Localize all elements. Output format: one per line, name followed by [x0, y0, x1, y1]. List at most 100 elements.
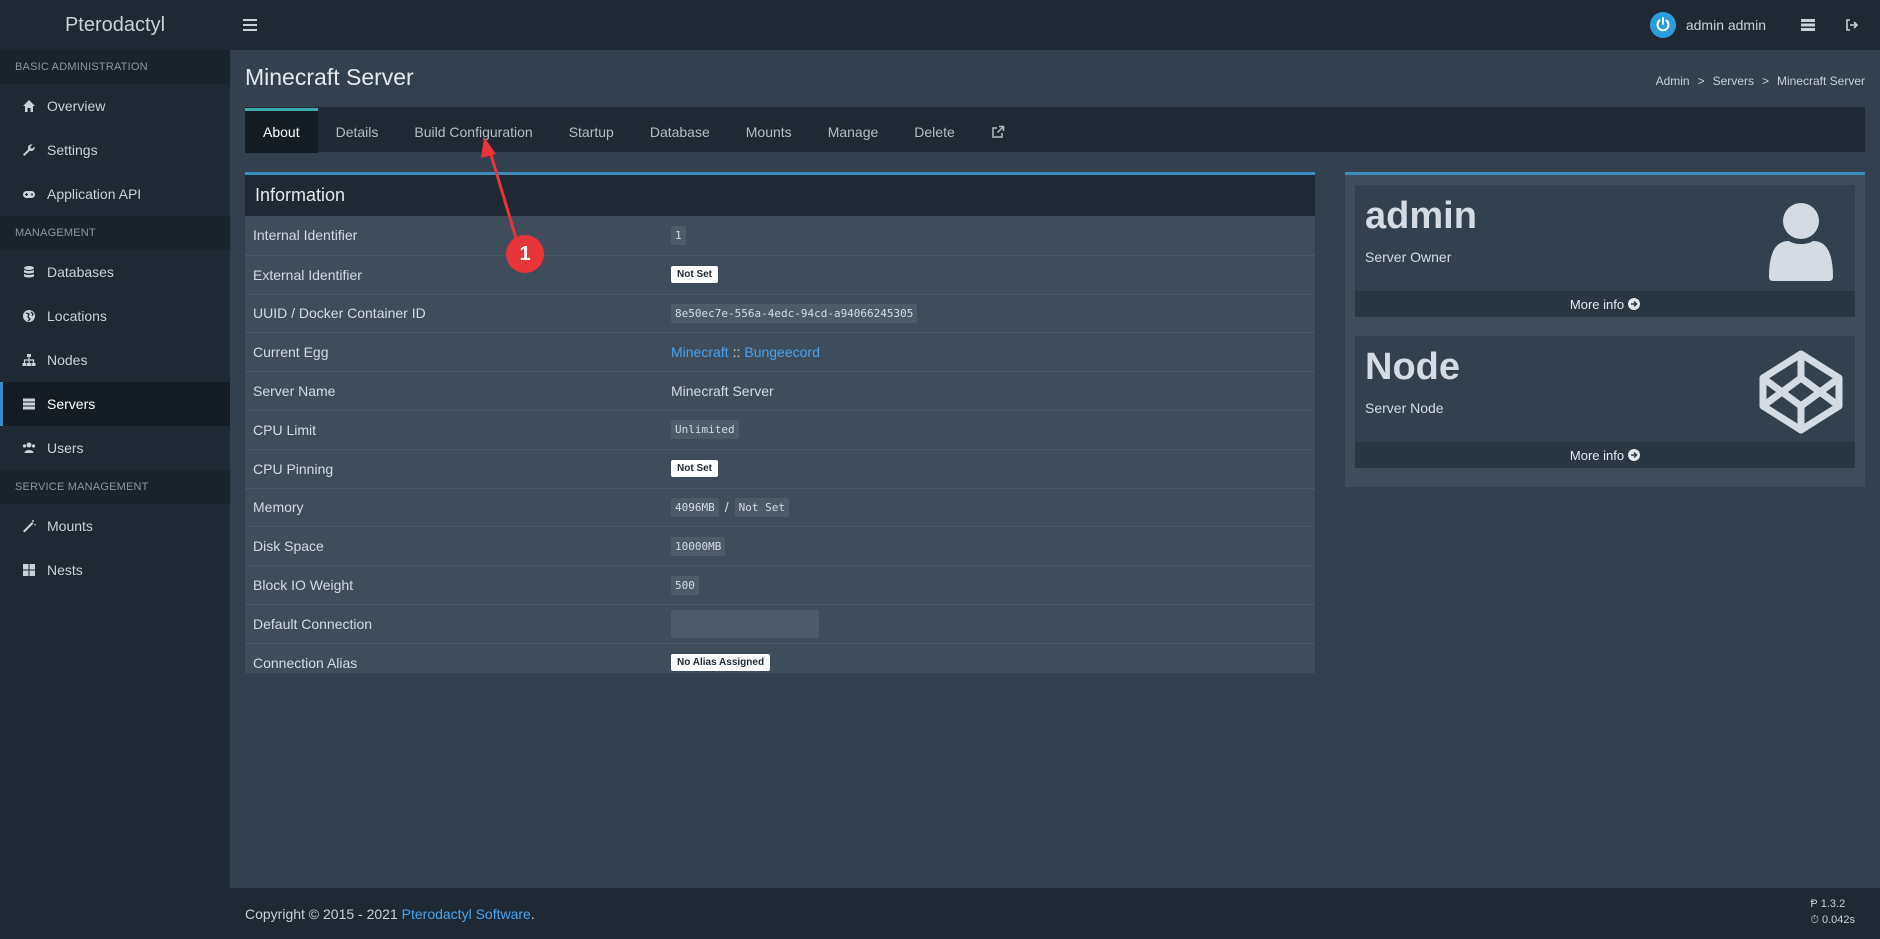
th-large-icon: [21, 562, 37, 578]
server-icon: [21, 396, 37, 412]
info-row-memory: Memory 4096MB / Not Set: [245, 487, 1315, 527]
tab-manage[interactable]: Manage: [810, 108, 897, 153]
egg-link[interactable]: Bungeecord: [744, 344, 820, 360]
sidebar-item-users[interactable]: Users: [0, 426, 230, 470]
tab-about[interactable]: About: [245, 108, 318, 153]
breadcrumb-separator: >: [1761, 74, 1769, 88]
sidebar-section-header: MANAGEMENT: [0, 216, 230, 250]
user-menu[interactable]: admin admin: [1630, 0, 1786, 50]
info-label: Disk Space: [253, 538, 324, 555]
sidebar-item-databases[interactable]: Databases: [0, 250, 230, 294]
arrow-circle-right-icon: [1628, 298, 1641, 310]
breadcrumb-admin[interactable]: Admin: [1656, 74, 1690, 88]
breadcrumb: Admin > Servers > Minecraft Server: [1656, 74, 1865, 88]
copyright-text: Copyright © 2015 - 2021: [245, 905, 398, 922]
tab-build-configuration[interactable]: Build Configuration: [396, 108, 550, 153]
sidebar-item-label: Application API: [47, 186, 142, 202]
info-label: Connection Alias: [253, 654, 358, 671]
wrench-icon: [21, 142, 37, 158]
pterodactyl-p-icon: Ᵽ: [1810, 898, 1818, 910]
information-box: Information Internal Identifier 1 Extern…: [245, 172, 1315, 673]
tab-delete[interactable]: Delete: [896, 108, 972, 153]
sidebar: BASIC ADMINISTRATION Overview Settings A…: [0, 50, 230, 939]
pterodactyl-link[interactable]: Pterodactyl Software: [402, 906, 531, 922]
nest-link[interactable]: Minecraft: [671, 344, 729, 360]
tab-details[interactable]: Details: [318, 108, 397, 153]
node-more-info-link[interactable]: More info: [1355, 442, 1855, 468]
render-time: 0.042s: [1821, 914, 1855, 926]
user-avatar-icon: [1649, 12, 1676, 38]
sidebar-item-mounts[interactable]: Mounts: [0, 504, 230, 548]
memory-separator: /: [724, 499, 729, 516]
info-row-internal-identifier: Internal Identifier 1: [245, 216, 1315, 255]
sidebar-item-label: Nests: [47, 562, 83, 578]
info-row-cpu-pinning: CPU Pinning Not Set: [245, 448, 1315, 488]
sign-out-icon[interactable]: [1830, 0, 1874, 50]
sidebar-item-nests[interactable]: Nests: [0, 548, 230, 592]
status-badge: No Alias Assigned: [671, 654, 771, 672]
sidebar-item-servers[interactable]: Servers: [0, 382, 230, 426]
brand-logo[interactable]: Pterodactyl: [0, 0, 230, 50]
redacted-value: [671, 609, 819, 638]
sidebar-item-nodes[interactable]: Nodes: [0, 338, 230, 382]
info-value-code: 10000MB: [671, 536, 726, 556]
sidebar-item-application-api[interactable]: Application API: [0, 172, 230, 216]
more-info-label: More info: [1569, 447, 1625, 463]
sidebar-item-label: Users: [47, 440, 84, 456]
status-badge: Not Set: [671, 460, 718, 478]
info-label: Block IO Weight: [253, 577, 354, 594]
info-row-disk-space: Disk Space 10000MB: [245, 526, 1315, 565]
annotation-badge: 1: [506, 235, 544, 273]
info-row-connection-alias: Connection Alias No Alias Assigned: [245, 642, 1315, 682]
tab-external-link[interactable]: [973, 108, 1023, 153]
info-row-server-name: Server Name Minecraft Server: [245, 371, 1315, 410]
tab-mounts[interactable]: Mounts: [728, 108, 810, 153]
sitemap-icon: [21, 352, 37, 368]
summary-panel: admin Server Owner More info Node Server…: [1345, 172, 1865, 487]
menu-toggle-icon[interactable]: [230, 0, 270, 50]
info-value-code: 8e50ec7e-556a-4edc-94cd-a94066245305: [671, 303, 918, 323]
breadcrumb-current: Minecraft Server: [1776, 74, 1865, 88]
info-value-code: Unlimited: [671, 420, 739, 440]
external-link-icon: [992, 125, 1004, 138]
database-icon: [21, 264, 37, 280]
info-label: Internal Identifier: [253, 227, 358, 244]
info-label: Memory: [253, 499, 304, 516]
user-name: admin admin: [1685, 17, 1766, 33]
node-box: Node Server Node More info: [1355, 336, 1855, 468]
node-subtitle: Server Node: [1365, 400, 1444, 416]
magic-icon: [21, 518, 37, 534]
info-value-code: 4096MB: [671, 497, 719, 517]
sidebar-section-header: BASIC ADMINISTRATION: [0, 50, 230, 84]
sidebar-item-locations[interactable]: Locations: [0, 294, 230, 338]
info-row-external-identifier: External Identifier Not Set: [245, 254, 1315, 294]
info-label: Default Connection: [253, 615, 373, 632]
info-value-code: Not Set: [734, 497, 789, 517]
tab-database[interactable]: Database: [632, 108, 728, 153]
user-icon: [1769, 203, 1833, 281]
sidebar-item-overview[interactable]: Overview: [0, 84, 230, 128]
info-label: Server Name: [253, 383, 336, 400]
owner-box: admin Server Owner More info: [1355, 185, 1855, 317]
breadcrumb-servers[interactable]: Servers: [1713, 74, 1754, 88]
info-label: UUID / Docker Container ID: [253, 305, 426, 322]
info-label: External Identifier: [253, 266, 362, 283]
footer-period: .: [530, 905, 535, 922]
breadcrumb-separator: >: [1697, 74, 1705, 88]
sidebar-item-label: Locations: [47, 308, 107, 324]
info-value-code: 500: [671, 575, 699, 595]
server-tabs: About Details Build Configuration Startu…: [245, 107, 1865, 153]
sidebar-item-settings[interactable]: Settings: [0, 128, 230, 172]
home-icon: [21, 98, 37, 114]
tab-startup[interactable]: Startup: [551, 108, 632, 153]
sidebar-item-label: Nodes: [47, 352, 88, 368]
sidebar-item-label: Databases: [47, 264, 114, 280]
globe-icon: [21, 308, 37, 324]
owner-more-info-link[interactable]: More info: [1355, 291, 1855, 317]
server-list-icon[interactable]: [1786, 0, 1830, 50]
info-row-uuid: UUID / Docker Container ID 8e50ec7e-556a…: [245, 293, 1315, 333]
info-value-code: 1: [671, 225, 686, 245]
node-title: Node: [1365, 346, 1460, 388]
info-row-block-io-weight: Block IO Weight 500: [245, 565, 1315, 604]
users-icon: [21, 440, 37, 456]
